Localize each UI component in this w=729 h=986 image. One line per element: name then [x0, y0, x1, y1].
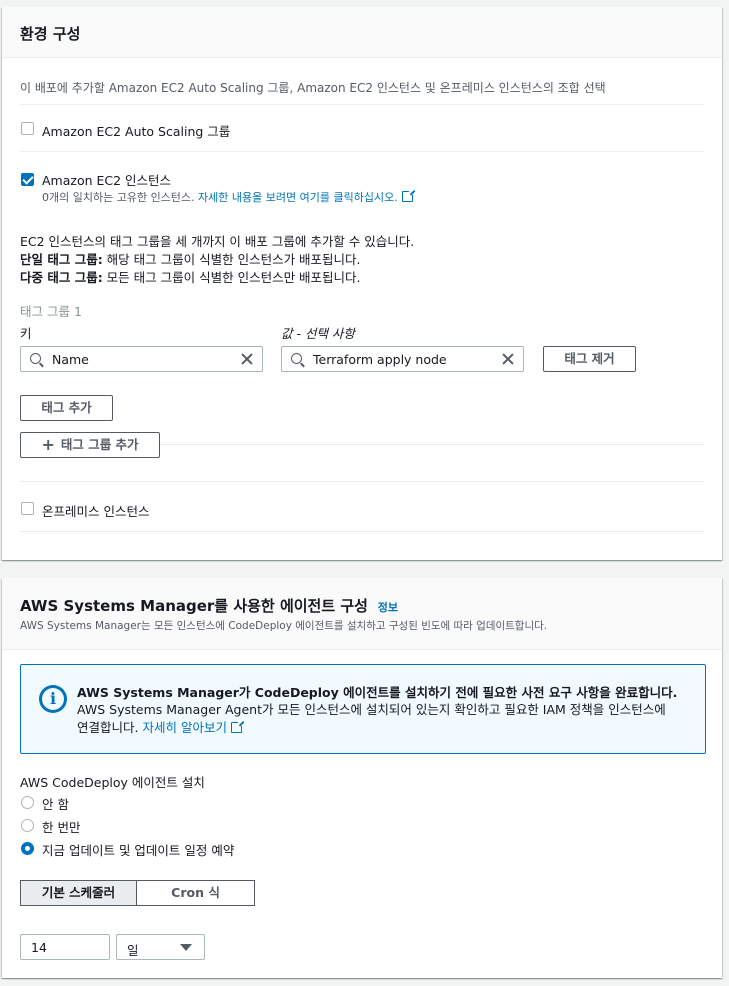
asg-label: Amazon EC2 Auto Scaling 그룹	[42, 124, 231, 139]
tab-basic-scheduler[interactable]: 기본 스케줄러	[20, 880, 137, 906]
environment-config-header: 환경 구성	[2, 7, 722, 58]
environment-config-description: 이 배포에 추가할 Amazon EC2 Auto Scaling 그룹, Am…	[20, 81, 606, 95]
remove-tag-button[interactable]: 태그 제거	[543, 346, 636, 372]
alert-title: AWS Systems Manager가 CodeDeploy 에이전트를 설치…	[77, 685, 678, 700]
tag-info-multi: 다중 태그 그룹: 모든 태그 그룹이 식별한 인스턴스만 배포됩니다.	[20, 270, 361, 285]
environment-config-title: 환경 구성	[20, 25, 81, 43]
tag-value-value: Terraform apply node	[313, 352, 447, 367]
option-schedule-label: 지금 업데이트 및 업데이트 일정 예약	[42, 843, 235, 858]
divider	[20, 531, 704, 532]
option-once-radio[interactable]	[21, 819, 34, 832]
divider	[20, 481, 704, 482]
add-tag-button[interactable]: 태그 추가	[20, 395, 113, 421]
ec2-match-link[interactable]: 자세한 내용을 보려면 여기를 클릭하십시오.	[198, 191, 398, 204]
option-never-radio[interactable]	[21, 796, 34, 809]
divider	[20, 104, 704, 105]
search-icon	[30, 353, 41, 364]
ssm-agent-header: AWS Systems Manager를 사용한 에이전트 구성 정보 AWS …	[2, 578, 722, 650]
info-link[interactable]: 정보	[378, 601, 398, 614]
environment-config-panel: 환경 구성 이 배포에 추가할 Amazon EC2 Auto Scaling …	[2, 7, 722, 560]
ssm-subtitle: AWS Systems Manager는 모든 인스턴스에 CodeDeploy…	[20, 620, 548, 632]
value-label: 값 - 선택 사항	[281, 326, 355, 341]
tag-group-info: EC2 인스턴스의 태그 그룹을 세 개까지 이 배포 그룹에 추가할 수 있습…	[20, 233, 414, 287]
tag-info-line1: EC2 인스턴스의 태그 그룹을 세 개까지 이 배포 그룹에 추가할 수 있습…	[20, 234, 415, 249]
onprem-checkbox[interactable]	[21, 502, 34, 515]
plus-icon: +	[41, 435, 55, 454]
tag-value-input[interactable]: Terraform apply node	[281, 346, 524, 372]
interval-unit-select[interactable]: 일	[116, 934, 205, 960]
search-icon	[291, 353, 302, 364]
ssm-title-row: AWS Systems Manager를 사용한 에이전트 구성 정보	[20, 595, 398, 616]
option-never-label: 안 함	[42, 797, 69, 812]
add-tag-group-button[interactable]: + 태그 그룹 추가	[20, 432, 160, 458]
interval-unit-value: 일	[127, 943, 139, 958]
interval-value: 14	[31, 940, 47, 955]
onprem-label: 온프레미스 인스턴스	[42, 504, 150, 519]
clear-icon[interactable]	[501, 352, 515, 366]
tag-group-title: 태그 그룹 1	[20, 304, 82, 319]
ec2-label: Amazon EC2 인스턴스	[42, 173, 172, 188]
tag-info-single: 단일 태그 그룹: 해당 태그 그룹이 식별한 인스턴스가 배포됩니다.	[20, 252, 361, 267]
caret-down-icon	[180, 944, 192, 951]
ec2-match-info: 0개의 일치하는 고유한 인스턴스. 자세한 내용을 보려면 여기를 클릭하십시…	[42, 189, 415, 205]
info-icon: i	[39, 685, 67, 713]
option-schedule-radio[interactable]	[21, 842, 34, 855]
option-once-label: 한 번만	[42, 820, 81, 835]
divider	[20, 151, 704, 152]
tab-cron-expression[interactable]: Cron 식	[136, 880, 255, 906]
tag-key-input[interactable]: Name	[20, 346, 263, 372]
tag-key-value: Name	[52, 352, 89, 367]
prerequisite-alert: i AWS Systems Manager가 CodeDeploy 에이전트를 …	[20, 664, 706, 754]
external-link-icon	[230, 720, 244, 733]
ssm-title: AWS Systems Manager를 사용한 에이전트 구성	[20, 597, 368, 615]
key-label: 키	[20, 326, 32, 341]
learn-more-link[interactable]: 자세히 알아보기	[142, 720, 226, 735]
external-link-icon	[401, 189, 415, 202]
ec2-checkbox[interactable]	[21, 173, 34, 186]
asg-checkbox[interactable]	[21, 122, 34, 135]
ssm-agent-panel: AWS Systems Manager를 사용한 에이전트 구성 정보 AWS …	[2, 578, 722, 978]
clear-icon[interactable]	[240, 352, 254, 366]
install-label: AWS CodeDeploy 에이전트 설치	[20, 775, 205, 790]
interval-input[interactable]: 14	[20, 934, 110, 960]
alert-body: AWS Systems Manager Agent가 모든 인스턴스에 설치되어…	[77, 702, 666, 735]
ec2-match-text: 0개의 일치하는 고유한 인스턴스.	[42, 191, 195, 204]
